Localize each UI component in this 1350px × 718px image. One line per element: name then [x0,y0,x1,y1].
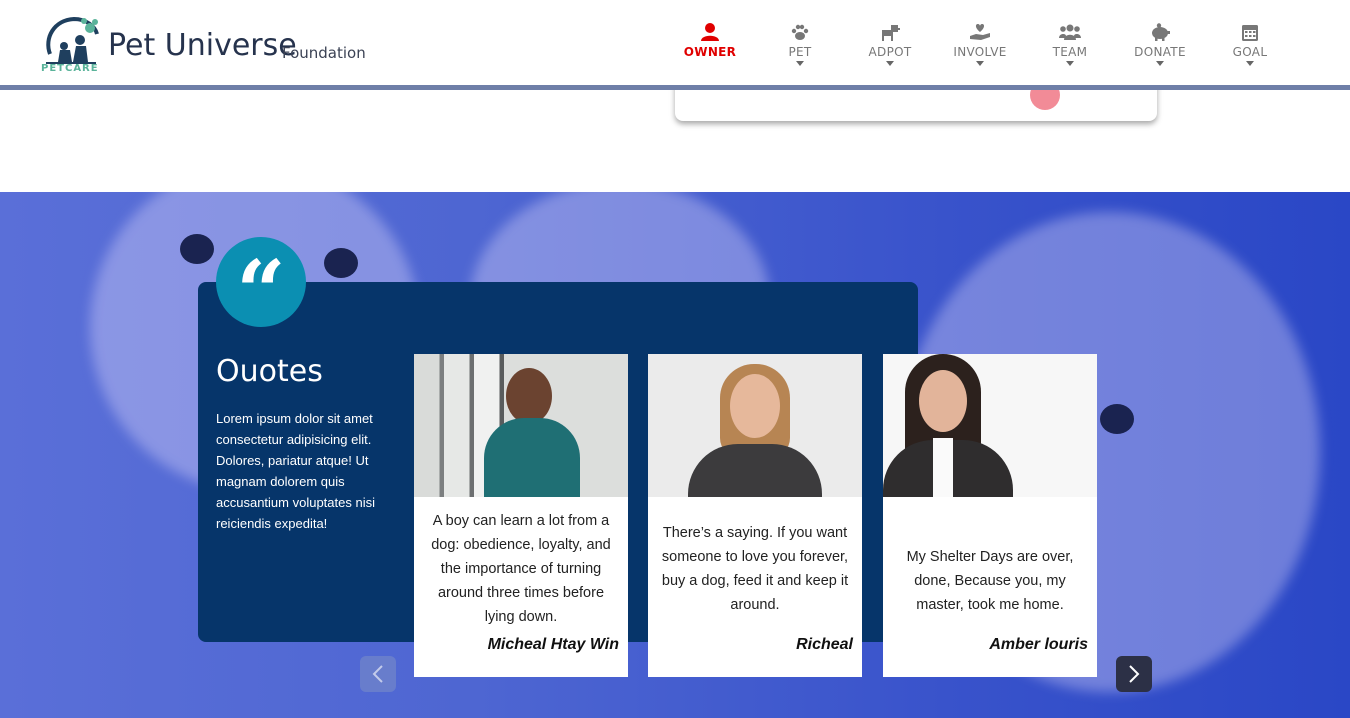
piggy-bank-icon [1152,23,1170,41]
quote-icon: “ [216,237,306,343]
puppy-eye [180,234,214,264]
testimonial-card[interactable]: A boy can learn a lot from a dog: obedie… [414,354,628,677]
testimonial-quote: A boy can learn a lot from a dog: obedie… [431,513,611,625]
testimonial-quote: There’s a saying. If you want someone to… [661,525,849,613]
brand-subtitle: Foundation [282,44,366,62]
chevron-down-icon [1246,61,1254,66]
testimonial-card[interactable]: My Shelter Days are over, done, Because … [883,354,1097,677]
nav-label: DONATE [1134,45,1186,59]
puppy-eye [324,248,358,278]
section-description: Lorem ipsum dolor sit amet consectetur a… [216,411,375,531]
nav-label: INVOLVE [953,45,1007,59]
testimonial-author: Richeal [796,636,853,653]
hand-heart-icon [970,24,990,40]
testimonial-author: Amber louris [989,636,1088,653]
nav-goal[interactable]: GOAL [1205,20,1295,70]
carousel-next-button[interactable] [1116,656,1152,692]
nav-team[interactable]: TEAM [1025,20,1115,70]
brand-name[interactable]: Pet Universe [108,28,297,63]
chevron-down-icon [976,61,984,66]
users-icon [1059,24,1081,40]
testimonial-photo [648,354,862,497]
logo-text: PETCARE [41,63,99,74]
nav-pet[interactable]: PET [755,20,845,70]
nav-owner[interactable]: OWNER [665,20,755,70]
chevron-down-icon [1156,61,1164,66]
nav-label: OWNER [683,45,737,59]
main-nav: OWNER PET ADPOT INVOLVE TEAM DONATE GOAL [665,20,1295,70]
carousel-prev-button[interactable] [360,656,396,692]
paw-icon [791,24,809,40]
user-icon [701,23,719,41]
testimonial-photo [883,354,1097,497]
testimonial-section: “ Ouotes Lorem ipsum dolor sit amet cons… [0,192,1350,718]
chevron-down-icon [796,61,804,66]
testimonial-author: Micheal Htay Win [487,636,619,653]
chevron-down-icon [1066,61,1074,66]
nav-adopt[interactable]: ADPOT [845,20,935,70]
nav-label: GOAL [1232,45,1268,59]
chevron-right-icon [1129,665,1140,683]
dog-icon [882,25,900,41]
testimonial-photo [414,354,628,497]
nav-label: PET [788,45,812,59]
section-title: Ouotes [216,354,323,389]
chevron-down-icon [886,61,894,66]
testimonial-card[interactable]: There’s a saying. If you want someone to… [648,354,862,677]
calendar-icon [1242,25,1258,41]
nav-label: TEAM [1052,45,1088,59]
testimonial-quote: My Shelter Days are over, done, Because … [906,549,1074,613]
chevron-left-icon [372,665,383,683]
nav-donate[interactable]: DONATE [1115,20,1205,70]
nav-involve[interactable]: INVOLVE [935,20,1025,70]
site-header: PETCARE Pet Universe Foundation OWNER PE… [0,0,1350,90]
nav-label: ADPOT [868,45,912,59]
puppy-eye [1100,404,1134,434]
